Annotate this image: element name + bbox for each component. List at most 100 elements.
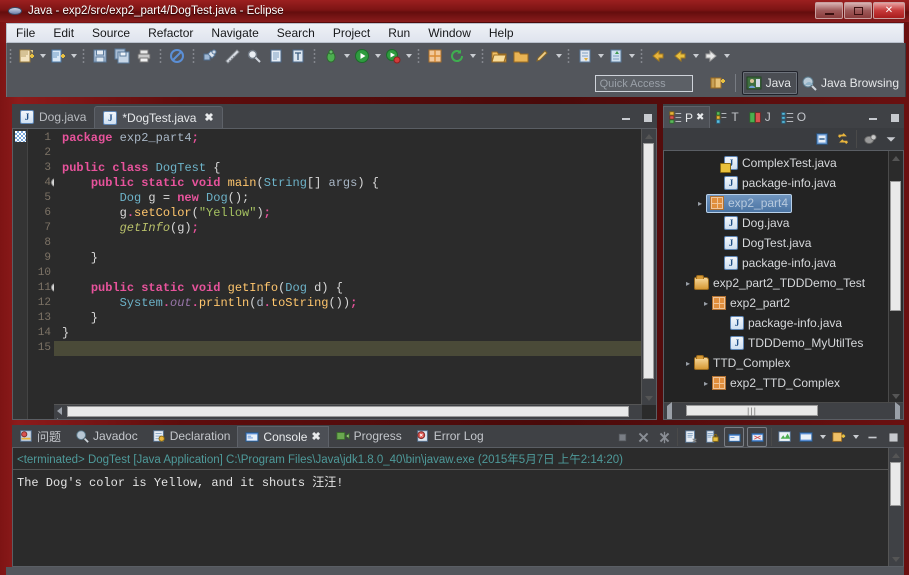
new-java-class-dropdown-icon[interactable] xyxy=(69,46,78,66)
quick-access-input[interactable]: Quick Access xyxy=(594,74,693,92)
clear-console-icon[interactable] xyxy=(682,428,700,446)
scroll-lock-icon[interactable] xyxy=(703,428,721,446)
tree-item-package-info-3[interactable]: J package-info.java xyxy=(664,313,889,333)
run-coverage-dropdown-icon[interactable] xyxy=(404,46,413,66)
view-menu-icon[interactable] xyxy=(882,130,900,148)
close-button[interactable]: ✕ xyxy=(873,2,905,19)
scroll-right-icon[interactable] xyxy=(54,416,65,419)
focus-on-active-task-icon[interactable] xyxy=(861,130,879,148)
scroll-down-icon[interactable] xyxy=(643,392,654,404)
open-task-icon[interactable] xyxy=(266,46,286,66)
tree-item-package-info-2[interactable]: J package-info.java xyxy=(664,253,889,273)
tree-twisty[interactable]: ▸ xyxy=(682,279,694,288)
toolbar-grip[interactable] xyxy=(567,47,570,65)
console-vscroll-thumb[interactable] xyxy=(890,462,901,506)
editor-horizontal-scrollbar[interactable] xyxy=(54,404,642,419)
new-console-view-icon[interactable] xyxy=(830,428,848,446)
editor-hscroll-thumb[interactable] xyxy=(67,406,629,417)
new-package-icon[interactable] xyxy=(425,46,445,66)
folder-icon[interactable] xyxy=(511,46,531,66)
run-dropdown-icon[interactable] xyxy=(373,46,382,66)
back-icon[interactable] xyxy=(670,46,690,66)
toolbar-grip[interactable] xyxy=(481,47,484,65)
next-annotation-dropdown-icon[interactable] xyxy=(596,46,605,66)
collapse-all-icon[interactable] xyxy=(813,130,831,148)
print-icon[interactable] xyxy=(134,46,154,66)
tab-problems[interactable]: 问题 xyxy=(12,426,68,447)
display-selected-console-icon[interactable] xyxy=(776,428,794,446)
open-folder-icon[interactable] xyxy=(489,46,509,66)
debug-icon[interactable] xyxy=(321,46,341,66)
next-annotation-icon[interactable] xyxy=(575,46,595,66)
tree-item-tdddemo-myutiltest[interactable]: J TDDDemo_MyUtilTes xyxy=(664,333,889,353)
tree-item-exp2-part2[interactable]: ▸ exp2_part2 xyxy=(664,293,889,313)
previous-annotation-icon[interactable] xyxy=(606,46,626,66)
editor-vscroll-thumb[interactable] xyxy=(643,143,654,379)
toolbar-grip[interactable] xyxy=(192,47,195,65)
perspective-java[interactable]: Java xyxy=(741,71,798,95)
editor-tab-dogtest-java[interactable]: J *DogTest.java ✖ xyxy=(94,106,223,128)
menu-edit[interactable]: Edit xyxy=(44,24,83,42)
new-java-class-icon[interactable] xyxy=(48,46,68,66)
tab-declaration[interactable]: Declaration xyxy=(145,426,238,447)
open-console-icon[interactable] xyxy=(797,428,815,446)
open-perspective-icon[interactable] xyxy=(708,73,728,93)
toolbar-grip[interactable] xyxy=(417,47,420,65)
menu-window[interactable]: Window xyxy=(419,24,480,42)
menu-search[interactable]: Search xyxy=(268,24,324,42)
tree-hscroll-thumb[interactable]: ||| xyxy=(686,405,818,416)
debug-dropdown-icon[interactable] xyxy=(342,46,351,66)
tab-progress[interactable]: Progress xyxy=(329,426,409,447)
tree-twisty[interactable]: ▸ xyxy=(682,359,694,368)
close-icon[interactable]: ✖ xyxy=(311,430,320,443)
tree-item-ttd-complex[interactable]: ▸ TTD_Complex xyxy=(664,353,889,373)
menu-navigate[interactable]: Navigate xyxy=(202,24,267,42)
tree-item-exp2-ttd-complex[interactable]: ▸ exp2_TTD_Complex xyxy=(664,373,889,393)
toolbar-grip[interactable] xyxy=(9,47,12,65)
tab-type-hierarchy[interactable]: T xyxy=(710,106,743,128)
editor-marker-column[interactable] xyxy=(13,129,28,419)
scroll-left-icon[interactable] xyxy=(54,405,65,416)
run-icon[interactable] xyxy=(352,46,372,66)
no-entry-icon[interactable] xyxy=(167,46,187,66)
tree-twisty[interactable]: ▸ xyxy=(694,199,706,208)
maximize-icon[interactable] xyxy=(888,111,902,125)
build-all-icon[interactable] xyxy=(200,46,220,66)
toolbar-grip[interactable] xyxy=(159,47,162,65)
tree-twisty[interactable]: ▸ xyxy=(700,299,712,308)
minimize-icon[interactable] xyxy=(863,428,881,446)
minimize-icon[interactable] xyxy=(866,111,880,125)
save-all-icon[interactable] xyxy=(112,46,132,66)
toolbar-grip[interactable] xyxy=(313,47,316,65)
scroll-up-icon[interactable] xyxy=(890,449,901,461)
pin-console-icon[interactable] xyxy=(747,427,767,447)
maximize-button[interactable] xyxy=(844,2,872,19)
scroll-down-icon[interactable] xyxy=(890,390,901,402)
scroll-up-icon[interactable] xyxy=(643,130,654,142)
link-with-editor-icon[interactable] xyxy=(834,130,852,148)
refresh-dropdown-icon[interactable] xyxy=(468,46,477,66)
tab-package-explorer[interactable]: P ✖ xyxy=(663,106,711,128)
show-console-on-output-icon[interactable] xyxy=(724,427,744,447)
tab-javadoc[interactable]: Javadoc xyxy=(68,426,145,447)
tree-item-dogtest-java[interactable]: J DogTest.java xyxy=(664,233,889,253)
editor-tab-dog-java[interactable]: J Dog.java xyxy=(12,106,95,128)
tree-item-package-info-1[interactable]: J package-info.java xyxy=(664,173,889,193)
menu-help[interactable]: Help xyxy=(480,24,523,42)
menu-source[interactable]: Source xyxy=(83,24,139,42)
code-editor[interactable]: 1 2 3 4 5 6 7 8 9 10 11 12 13 14 15 pack… xyxy=(12,128,657,420)
minimize-icon[interactable] xyxy=(619,111,633,125)
toolbar-grip[interactable] xyxy=(82,47,85,65)
save-icon[interactable] xyxy=(90,46,110,66)
tree-twisty[interactable]: ▸ xyxy=(700,379,712,388)
new-wizard-icon[interactable] xyxy=(17,46,37,66)
tree-item-complextest[interactable]: J ComplexTest.java xyxy=(664,153,889,173)
tree-item-exp2-part4[interactable]: ▸ exp2_part4 xyxy=(664,193,889,213)
tree-vscroll-thumb[interactable] xyxy=(890,181,901,311)
menu-file[interactable]: File xyxy=(7,24,44,42)
ruler-icon[interactable] xyxy=(222,46,242,66)
back-yellow-icon[interactable] xyxy=(648,46,668,66)
scroll-left-icon[interactable] xyxy=(667,402,672,419)
new-wizard-dropdown-icon[interactable] xyxy=(38,46,47,66)
new-console-view-dropdown-icon[interactable] xyxy=(851,427,860,447)
